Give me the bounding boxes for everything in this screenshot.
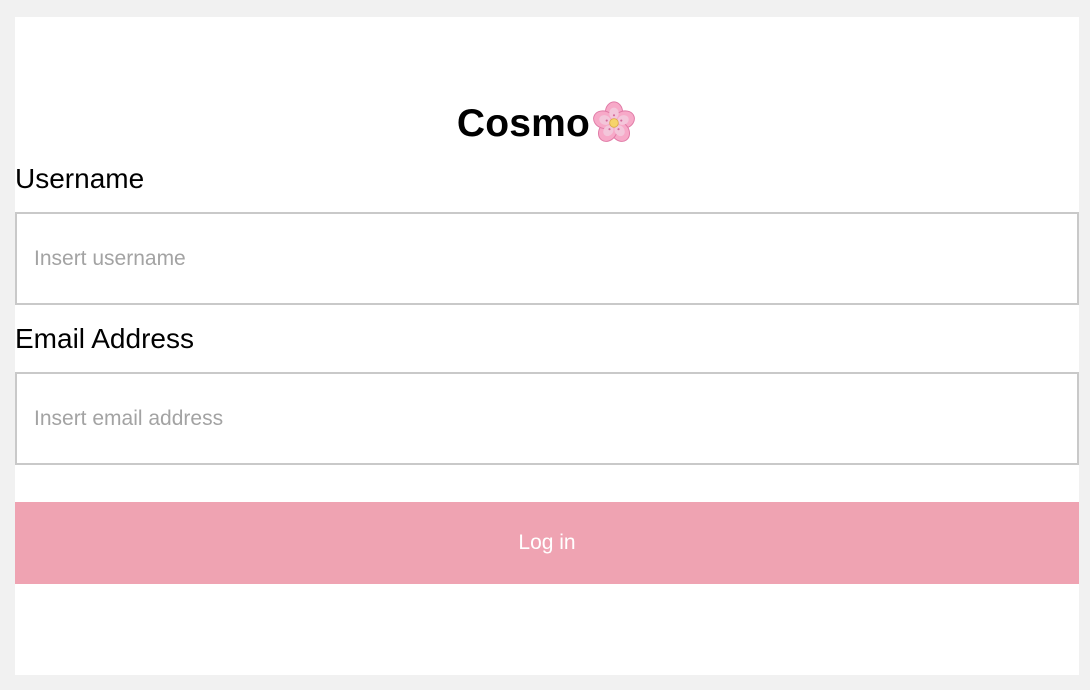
login-button-label: Log in — [518, 531, 576, 554]
username-input[interactable] — [15, 212, 1079, 305]
cherry-blossom-icon — [593, 101, 635, 142]
login-card: Cosmo Username Insert username Email Add… — [15, 17, 1079, 675]
app-title: Cosmo — [15, 99, 1079, 149]
email-input[interactable] — [15, 372, 1079, 465]
email-label: Email Address — [15, 323, 194, 354]
app-title-text: Cosmo — [456, 102, 591, 145]
username-label: Username — [15, 163, 145, 194]
login-button[interactable]: Log in — [15, 502, 1079, 584]
